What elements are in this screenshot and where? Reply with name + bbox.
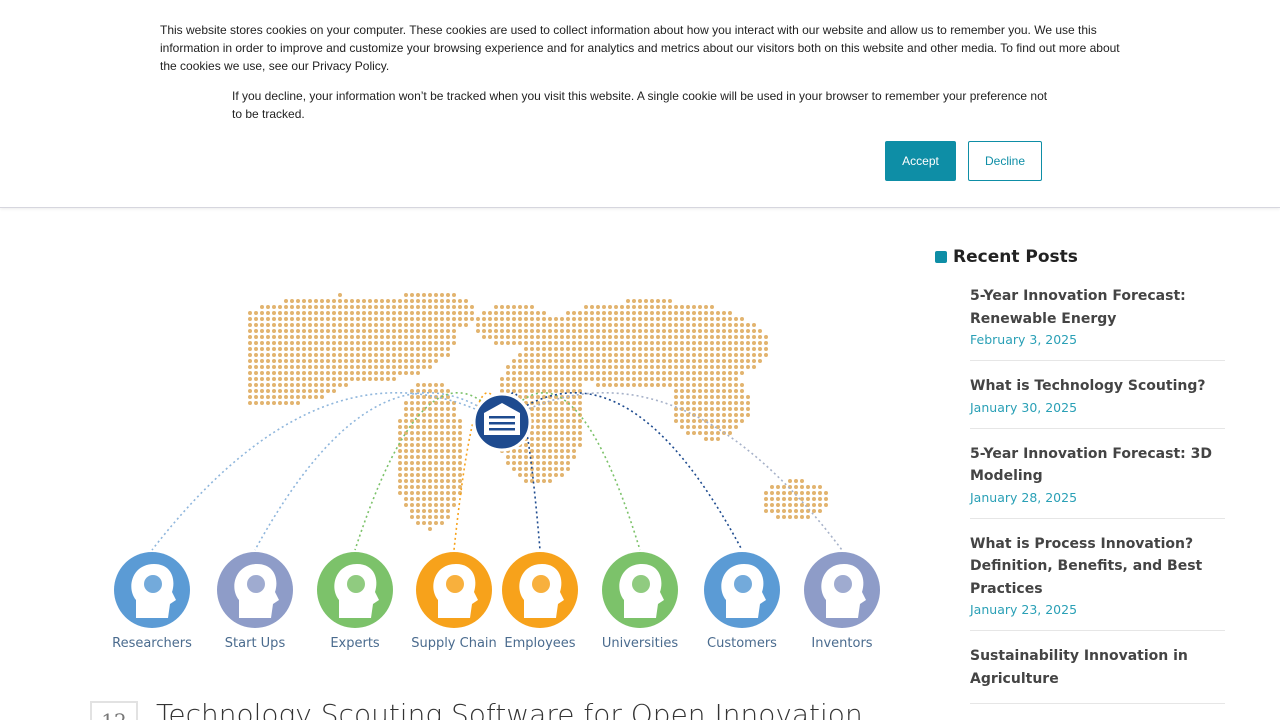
stakeholder-label: Supply Chain — [411, 636, 497, 651]
decline-cookies-button[interactable]: Decline — [968, 141, 1042, 181]
recent-post-link[interactable]: Sustainability Innovation in Agriculture — [970, 645, 1225, 690]
stakeholder-nodes: Researchers Start Ups Experts Supply Chain E… — [112, 552, 880, 651]
sprout-icon — [217, 552, 293, 628]
recent-post-date: February 3, 2025 — [970, 332, 1078, 347]
recent-posts-list: 5-Year Innovation Forecast: Renewable En… — [970, 285, 1225, 718]
heading-bullet-icon — [935, 251, 947, 263]
recent-posts-label: Recent Posts — [953, 247, 1078, 267]
recent-post-link[interactable]: 5-Year Innovation Forecast: 3D Modeling — [970, 443, 1225, 488]
stakeholder-label: Universities — [602, 636, 678, 651]
stakeholder-label: Inventors — [811, 636, 872, 651]
recent-post-link[interactable]: What is Technology Scouting? — [970, 375, 1225, 398]
cycle-icon — [416, 552, 492, 628]
stakeholder-label: Customers — [707, 636, 777, 651]
recent-post-link[interactable]: What is Process Innovation? Definition, … — [970, 533, 1225, 601]
post-date-badge: 12 — [90, 701, 138, 720]
world-network-graphic: Researchers Start Ups Experts Supply Chain E… — [112, 293, 880, 651]
open-innovation-illustration: Researchers Start Ups Experts Supply Chain E… — [90, 285, 900, 665]
people-icon — [704, 552, 780, 628]
world-map-dots — [248, 293, 828, 531]
stakeholder-label: Start Ups — [225, 636, 286, 651]
stakeholder-label: Researchers — [112, 636, 192, 651]
recent-posts-heading: Recent Posts — [935, 245, 1078, 269]
recent-post-date: January 28, 2025 — [970, 489, 1078, 505]
post-title[interactable]: Technology Scouting Software for Open In… — [156, 698, 876, 720]
list-item: Sustainability Innovation in Agriculture — [970, 645, 1225, 704]
recent-post-date: January 23, 2025 — [970, 602, 1078, 617]
stakeholder-label: Experts — [330, 636, 380, 651]
list-item: What is Technology Scouting? January 30,… — [970, 375, 1225, 429]
accept-cookies-button[interactable]: Accept — [885, 141, 956, 181]
list-item: What is Process Innovation? Definition, … — [970, 533, 1225, 631]
cookie-banner: This website stores cookies on your comp… — [0, 0, 1280, 208]
institution-icon — [602, 552, 678, 628]
flask-icon — [804, 552, 880, 628]
cookie-notice-text: This website stores cookies on your comp… — [160, 23, 1120, 73]
recent-post-link[interactable]: 5-Year Innovation Forecast: Renewable En… — [970, 285, 1225, 330]
stakeholder-label: Employees — [504, 636, 575, 651]
recent-post-date: January 30, 2025 — [970, 399, 1078, 415]
list-item: 5-Year Innovation Forecast: 3D Modeling … — [970, 443, 1225, 519]
badge-icon — [502, 552, 578, 628]
document-icon — [317, 552, 393, 628]
microscope-icon — [114, 552, 190, 628]
list-item: 5-Year Innovation Forecast: Renewable En… — [970, 285, 1225, 361]
cookie-decline-info: If you decline, your information won’t b… — [232, 89, 1048, 121]
building-icon — [472, 392, 532, 452]
